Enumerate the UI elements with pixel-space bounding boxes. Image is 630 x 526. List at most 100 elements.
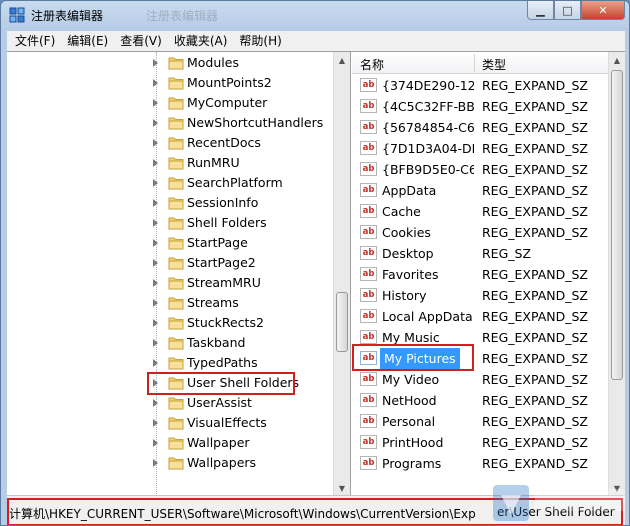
- maximize-button[interactable]: □: [554, 1, 581, 20]
- menu-view[interactable]: 查看(V): [114, 31, 168, 51]
- list-scroll-up-icon[interactable]: ▲: [609, 52, 625, 68]
- expand-arrow-icon[interactable]: [153, 79, 158, 87]
- expand-arrow-icon[interactable]: [153, 459, 158, 467]
- tree-item[interactable]: RecentDocs: [7, 133, 337, 153]
- close-button[interactable]: ✕: [581, 1, 625, 20]
- minimize-button[interactable]: ▁: [527, 1, 554, 20]
- expand-arrow-icon[interactable]: [153, 119, 158, 127]
- list-scroll-down-icon[interactable]: ▼: [609, 480, 625, 496]
- value-row[interactable]: ab AppData REG_EXPAND_SZ: [352, 180, 608, 201]
- value-row[interactable]: ab {4C5C32FF-BB... REG_EXPAND_SZ: [352, 96, 608, 117]
- folder-icon: [168, 457, 184, 470]
- tree-item[interactable]: Wallpapers: [7, 453, 337, 473]
- value-row[interactable]: ab My Video REG_EXPAND_SZ: [352, 369, 608, 390]
- folder-icon: [168, 297, 184, 310]
- value-row[interactable]: ab Cookies REG_EXPAND_SZ: [352, 222, 608, 243]
- tree-item[interactable]: VisualEffects: [7, 413, 337, 433]
- expand-arrow-icon[interactable]: [153, 59, 158, 67]
- title-bar[interactable]: 注册表编辑器 注册表编辑器 ▁ □ ✕: [1, 1, 629, 29]
- tree-scrollbar[interactable]: ▲ ▼: [333, 52, 350, 496]
- expand-arrow-icon[interactable]: [153, 139, 158, 147]
- values-list-pane[interactable]: 名称 类型 ab{374DE290-12...REG_EXPAND_SZab{4…: [352, 52, 625, 496]
- key-tree-pane[interactable]: Modules MountPoints2 MyComputer NewShortcut…: [7, 52, 351, 496]
- folder-icon: [168, 217, 184, 230]
- tree-item-label: NewShortcutHandlers: [187, 115, 324, 130]
- expand-arrow-icon[interactable]: [153, 319, 158, 327]
- folder-icon: [168, 137, 184, 150]
- expand-arrow-icon[interactable]: [153, 179, 158, 187]
- expand-arrow-icon[interactable]: [153, 299, 158, 307]
- tree-scroll-down-icon[interactable]: ▼: [334, 480, 350, 496]
- tree-item[interactable]: SessionInfo: [7, 193, 337, 213]
- tree-item[interactable]: Modules: [7, 53, 337, 73]
- tree-item-label: Modules: [187, 55, 239, 70]
- value-row[interactable]: ab Favorites REG_EXPAND_SZ: [352, 264, 608, 285]
- expand-arrow-icon[interactable]: [153, 419, 158, 427]
- value-row[interactable]: ab Desktop REG_SZ: [352, 243, 608, 264]
- value-row[interactable]: ab My Pictures REG_EXPAND_SZ: [352, 348, 608, 369]
- value-type: REG_EXPAND_SZ: [482, 141, 588, 156]
- value-row[interactable]: ab Programs REG_EXPAND_SZ: [352, 453, 608, 474]
- value-row[interactable]: ab {7D1D3A04-DE... REG_EXPAND_SZ: [352, 138, 608, 159]
- tree-item[interactable]: StuckRects2: [7, 313, 337, 333]
- menu-favorites[interactable]: 收藏夹(A): [168, 31, 234, 51]
- expand-arrow-icon[interactable]: [153, 159, 158, 167]
- folder-icon: [168, 117, 184, 130]
- tree-item[interactable]: Shell Folders: [7, 213, 337, 233]
- folder-icon: [168, 237, 184, 250]
- tree-item[interactable]: SearchPlatform: [7, 173, 337, 193]
- tree-item[interactable]: RunMRU: [7, 153, 337, 173]
- window-title: 注册表编辑器: [31, 9, 104, 23]
- tree-item[interactable]: Wallpaper: [7, 433, 337, 453]
- expand-arrow-icon[interactable]: [153, 279, 158, 287]
- value-row[interactable]: ab History REG_EXPAND_SZ: [352, 285, 608, 306]
- tree-item[interactable]: NewShortcutHandlers: [7, 113, 337, 133]
- value-row[interactable]: ab {BFB9D5E0-C6... REG_EXPAND_SZ: [352, 159, 608, 180]
- menu-file[interactable]: 文件(F): [11, 31, 61, 51]
- tree-item[interactable]: UserAssist: [7, 393, 337, 413]
- tree-item[interactable]: StartPage: [7, 233, 337, 253]
- column-separator[interactable]: [474, 54, 475, 72]
- menu-bar: 文件(F) 编辑(E) 查看(V) 收藏夹(A) 帮助(H): [7, 31, 625, 51]
- tree-item[interactable]: MyComputer: [7, 93, 337, 113]
- column-type-header[interactable]: 类型: [482, 56, 506, 73]
- tree-scroll-up-icon[interactable]: ▲: [334, 52, 350, 68]
- value-row[interactable]: ab Cache REG_EXPAND_SZ: [352, 201, 608, 222]
- expand-arrow-icon[interactable]: [153, 219, 158, 227]
- expand-arrow-icon[interactable]: [153, 259, 158, 267]
- string-value-icon: ab: [360, 435, 377, 449]
- value-type: REG_EXPAND_SZ: [482, 267, 588, 282]
- menu-edit[interactable]: 编辑(E): [61, 31, 114, 51]
- expand-arrow-icon[interactable]: [153, 339, 158, 347]
- menu-help[interactable]: 帮助(H): [233, 31, 287, 51]
- string-value-icon: ab: [360, 120, 377, 134]
- value-row[interactable]: ab {56784854-C6... REG_EXPAND_SZ: [352, 117, 608, 138]
- expand-arrow-icon[interactable]: [153, 199, 158, 207]
- expand-arrow-icon[interactable]: [153, 399, 158, 407]
- expand-arrow-icon[interactable]: [153, 99, 158, 107]
- value-row[interactable]: ab Personal REG_EXPAND_SZ: [352, 411, 608, 432]
- tree-item[interactable]: StreamMRU: [7, 273, 337, 293]
- expand-arrow-icon[interactable]: [153, 239, 158, 247]
- list-scrollbar[interactable]: ▲ ▼: [608, 52, 625, 496]
- expand-arrow-icon[interactable]: [153, 379, 158, 387]
- tree-item[interactable]: MountPoints2: [7, 73, 337, 93]
- string-value-icon: ab: [360, 162, 377, 176]
- value-row[interactable]: ab My Music REG_EXPAND_SZ: [352, 327, 608, 348]
- tree-item-label: StuckRects2: [187, 315, 264, 330]
- value-row[interactable]: ab Local AppData REG_EXPAND_SZ: [352, 306, 608, 327]
- list-scroll-thumb[interactable]: [611, 70, 623, 380]
- tree-item[interactable]: Streams: [7, 293, 337, 313]
- expand-arrow-icon[interactable]: [153, 439, 158, 447]
- folder-icon: [168, 177, 184, 190]
- tree-item[interactable]: Taskband: [7, 333, 337, 353]
- column-name-header[interactable]: 名称: [360, 56, 384, 73]
- expand-arrow-icon[interactable]: [153, 359, 158, 367]
- value-row[interactable]: ab {374DE290-12... REG_EXPAND_SZ: [352, 75, 608, 96]
- tree-item[interactable]: TypedPaths: [7, 353, 337, 373]
- tree-scroll-thumb[interactable]: [336, 292, 348, 352]
- value-row[interactable]: ab PrintHood REG_EXPAND_SZ: [352, 432, 608, 453]
- tree-item[interactable]: StartPage2: [7, 253, 337, 273]
- value-row[interactable]: ab NetHood REG_EXPAND_SZ: [352, 390, 608, 411]
- tree-item[interactable]: User Shell Folders: [7, 373, 337, 393]
